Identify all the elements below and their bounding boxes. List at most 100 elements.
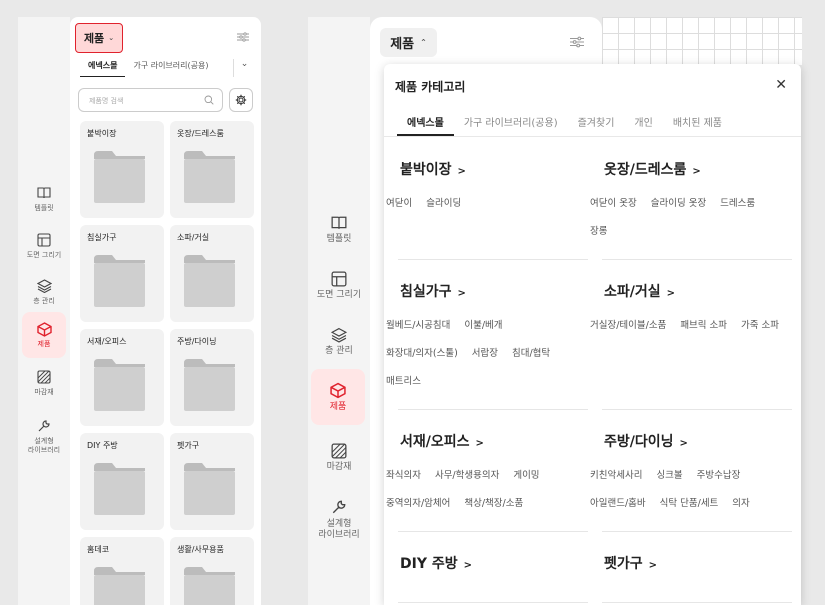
tile-label: DIY 주방 <box>87 441 118 450</box>
category-tile[interactable]: 서재/오피스 <box>80 329 164 426</box>
subcategory-link[interactable]: 주방수납장 <box>697 467 741 481</box>
subcategory-link[interactable]: 패브릭 소파 <box>680 317 727 331</box>
tab-enex-mall[interactable]: 에넥스몰 <box>397 114 454 136</box>
subcategory-link[interactable]: 중역의자/암체어 <box>386 495 450 509</box>
rail-item-design-library[interactable]: 설계형 라이브러리 <box>22 411 66 461</box>
subcategory-link[interactable]: 장롱 <box>590 223 607 237</box>
floorplan-icon <box>331 271 347 287</box>
category-tile[interactable]: 붙박이장 <box>80 121 164 218</box>
category-heading[interactable]: 주방/다이닝 > <box>604 431 794 451</box>
tab-favorites[interactable]: 즐겨찾기 <box>568 114 625 136</box>
rail-item-floors[interactable]: 층 관리 <box>22 270 66 314</box>
category-popup: 제품 카테고리 ✕ 에넥스몰 가구 라이브러리(공용) 즐겨찾기 개인 배치된 … <box>384 64 801 605</box>
category-heading[interactable]: 침실가구 > <box>400 281 590 301</box>
subcategory-link[interactable]: 의자 <box>732 495 749 509</box>
popup-title: 제품 카테고리 <box>395 80 466 94</box>
folder-icon <box>184 463 235 515</box>
rail-item-products[interactable]: 제품 <box>311 369 365 425</box>
category-heading[interactable]: 옷장/드레스룸 > <box>604 159 794 179</box>
category-tile[interactable]: 소파/거실 <box>170 225 254 322</box>
category-name: 서재/오피스 <box>400 434 470 450</box>
rail-item-finishes[interactable]: 마감재 <box>22 361 66 405</box>
subcategory-link[interactable]: 슬라이딩 옷장 <box>651 195 706 209</box>
chevron-right-icon: > <box>679 438 688 449</box>
subcategory-link[interactable]: 식탁 단품/세트 <box>660 495 719 509</box>
texture-icon <box>36 369 52 385</box>
category-tile[interactable]: 침실가구 <box>80 225 164 322</box>
rail-item-templates[interactable]: 템플릿 <box>313 207 365 251</box>
rail-label: 설계형 라이브러리 <box>318 519 360 540</box>
subcategory-link[interactable]: 거실장/테이블/소품 <box>590 317 666 331</box>
layers-icon <box>331 327 347 343</box>
tab-furniture-library[interactable]: 가구 라이브러리(공용) <box>125 61 216 77</box>
section-divider <box>602 531 792 532</box>
category-section: 펫가구 > <box>604 553 794 573</box>
tabs-divider <box>384 136 801 137</box>
category-dropdown[interactable]: 제품 ⌃ <box>380 28 437 57</box>
close-icon[interactable]: ✕ <box>775 77 787 93</box>
category-heading[interactable]: 붙박이장 > <box>400 159 590 179</box>
subcategory-link[interactable]: 서랍장 <box>472 345 498 359</box>
rail-item-floors[interactable]: 층 관리 <box>313 319 365 363</box>
section-divider <box>398 259 588 260</box>
category-name: 침실가구 <box>400 284 452 300</box>
category-tile[interactable]: 옷장/드레스룸 <box>170 121 254 218</box>
filter-icon[interactable] <box>570 36 584 48</box>
tab-placed-products[interactable]: 배치된 제품 <box>663 114 732 136</box>
rail-item-floorplan[interactable]: 도면 그리기 <box>22 224 66 268</box>
rail-item-templates[interactable]: 템플릿 <box>22 177 66 221</box>
subcategory-link[interactable]: 드레스룸 <box>720 195 755 209</box>
rail-label: 템플릿 <box>34 204 54 212</box>
category-tile[interactable]: 펫가구 <box>170 433 254 530</box>
subcategory-link[interactable]: 가죽 소파 <box>741 317 779 331</box>
category-tile[interactable]: 생활/사무용품 <box>170 537 254 605</box>
rail-item-floorplan[interactable]: 도면 그리기 <box>313 263 365 307</box>
category-name: 주방/다이닝 <box>604 434 674 450</box>
subcategory-link[interactable]: 게이밍 <box>513 467 539 481</box>
texture-icon <box>331 443 347 459</box>
subcategory-link[interactable]: 키친악세사리 <box>590 467 642 481</box>
subcategory-link[interactable]: 슬라이딩 <box>426 195 461 209</box>
subcategory-link[interactable]: 사무/학생용의자 <box>435 467 499 481</box>
search-input[interactable]: 제품명 검색 <box>78 88 223 112</box>
category-heading[interactable]: 소파/거실 > <box>604 281 794 301</box>
category-tile[interactable]: DIY 주방 <box>80 433 164 530</box>
subcategory-link[interactable]: 싱크볼 <box>656 467 682 481</box>
tile-label: 서재/오피스 <box>87 337 127 346</box>
category-heading[interactable]: DIY 주방 > <box>400 553 590 573</box>
rail-item-design-library[interactable]: 설계형 라이브러리 <box>311 492 367 548</box>
category-heading[interactable]: 서재/오피스 > <box>400 431 590 451</box>
subcategory-link[interactable]: 월베드/시공침대 <box>386 317 450 331</box>
category-tile[interactable]: 홈데코 <box>80 537 164 605</box>
tab-personal[interactable]: 개인 <box>624 114 662 136</box>
folder-icon <box>184 255 235 307</box>
tab-furniture-library[interactable]: 가구 라이브러리(공용) <box>454 114 568 136</box>
chevron-down-icon[interactable]: ⌄ <box>233 59 255 77</box>
subcategory-link[interactable]: 여닫이 <box>386 195 412 209</box>
floorplan-icon <box>36 232 52 248</box>
subcategory-link[interactable]: 침대/협탁 <box>512 345 550 359</box>
right-side-rail: 템플릿 도면 그리기 층 관리 제품 마감재 설계형 라이브러리 <box>308 17 370 605</box>
rail-item-finishes[interactable]: 마감재 <box>313 435 365 479</box>
section-divider <box>602 259 792 260</box>
box-icon <box>36 321 52 337</box>
subcategory-link[interactable]: 화장대/의자(스툴) <box>386 345 458 359</box>
category-dropdown[interactable]: 제품 ⌄ <box>75 23 123 53</box>
subcategory-link[interactable]: 여닫이 옷장 <box>590 195 637 209</box>
subcategory-link[interactable]: 좌식의자 <box>386 467 421 481</box>
rail-label: 제품 <box>37 340 51 348</box>
settings-button[interactable] <box>229 88 253 112</box>
subcategory-link[interactable]: 아일랜드/홈바 <box>590 495 646 509</box>
rail-item-products[interactable]: 제품 <box>22 312 66 358</box>
rail-label: 도면 그리기 <box>26 251 62 259</box>
canvas-grid[interactable] <box>602 17 802 65</box>
category-heading[interactable]: 펫가구 > <box>604 553 794 573</box>
tab-enex-mall[interactable]: 에넥스몰 <box>80 61 126 77</box>
filter-icon[interactable] <box>237 32 249 42</box>
subcategory-link[interactable]: 이불/베개 <box>464 317 502 331</box>
subcategory-link[interactable]: 책상/책장/소품 <box>464 495 523 509</box>
subcategory-link[interactable]: 매트리스 <box>386 373 421 387</box>
folder-icon <box>184 359 235 411</box>
search-placeholder: 제품명 검색 <box>89 97 124 105</box>
category-tile[interactable]: 주방/다이닝 <box>170 329 254 426</box>
